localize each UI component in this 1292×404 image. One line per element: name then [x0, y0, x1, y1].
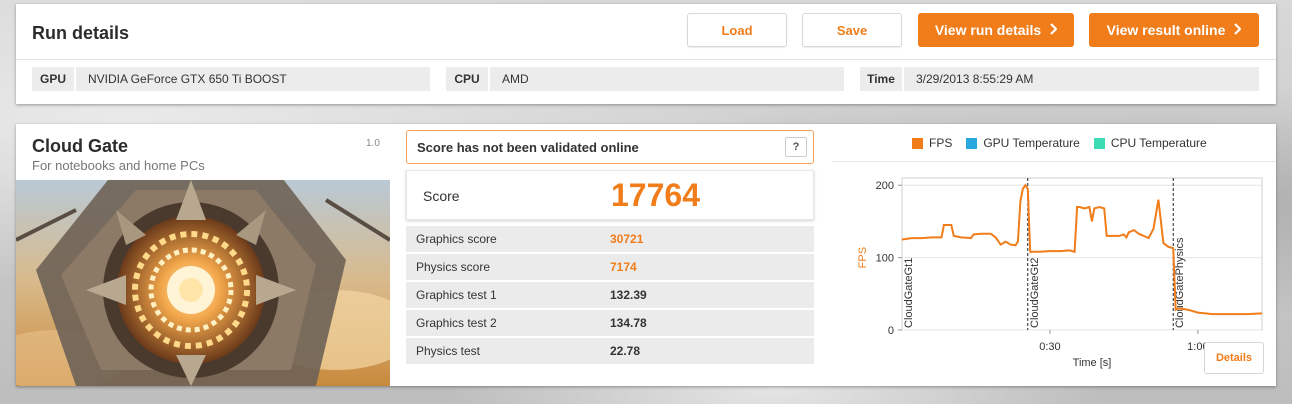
chevron-right-icon: [1233, 22, 1242, 38]
chevron-right-icon: [1049, 22, 1058, 38]
subscore-label: Physics score: [416, 260, 491, 274]
subscore-value: 134.78: [610, 316, 647, 330]
x-axis-label: Time [s]: [1073, 357, 1112, 369]
view-result-online-button[interactable]: View result online: [1089, 13, 1259, 47]
subscore-row: Physics score 7174: [406, 254, 814, 280]
y-tick-label: 100: [876, 253, 894, 265]
cpu-value: AMD: [502, 72, 529, 86]
y-axis-label: FPS: [857, 247, 869, 268]
score-value: 17764: [611, 177, 700, 213]
subscore-row: Graphics score 30721: [406, 226, 814, 252]
score-label: Score: [423, 188, 460, 204]
gpu-value: NVIDIA GeForce GTX 650 Ti BOOST: [88, 72, 287, 86]
test-marker-label: CloudGatePhysics: [1174, 237, 1186, 328]
subscore-label: Graphics test 1: [416, 288, 497, 302]
validation-message: Score has not been validated online: [417, 139, 639, 155]
time-value: 3/29/2013 8:55:29 AM: [916, 72, 1034, 86]
subscore-value: 30721: [610, 232, 644, 246]
subscore-label: Physics test: [416, 344, 481, 358]
validation-banner: Score has not been validated online ?: [406, 130, 814, 164]
plot-area: [901, 177, 1263, 331]
cpu-label: CPU: [446, 67, 490, 91]
benchmark-subtitle: For notebooks and home PCs: [32, 158, 205, 173]
test-marker-label: CloudGateGt1: [903, 258, 915, 328]
view-run-details-button[interactable]: View run details: [918, 13, 1074, 47]
benchmark-version: 1.0: [366, 138, 380, 149]
subscore-row: Physics test 22.78: [406, 338, 814, 364]
x-tick-label: 0:30: [1039, 341, 1060, 353]
run-details-title: Run details: [32, 23, 130, 43]
run-divider: [16, 59, 1276, 60]
subscore-value: 22.78: [610, 344, 641, 358]
subscore-label: Graphics test 2: [416, 316, 497, 330]
cpu-field: CPU AMD: [446, 67, 844, 91]
run-details-panel: Run details Load Save View run details V…: [16, 4, 1276, 104]
score-box: Score 17764: [406, 170, 814, 220]
subscore-label: Graphics score: [416, 232, 497, 246]
save-button[interactable]: Save: [802, 13, 902, 47]
subscore-value: 7174: [610, 260, 637, 274]
subscore-row: Graphics test 2 134.78: [406, 310, 814, 336]
gpu-field: GPU NVIDIA GeForce GTX 650 Ti BOOST: [32, 67, 430, 91]
benchmark-title: Cloud Gate: [32, 136, 129, 156]
view-run-details-label: View run details: [934, 22, 1042, 38]
details-button[interactable]: Details: [1204, 342, 1264, 374]
subscore-row: Graphics test 1 132.39: [406, 282, 814, 308]
gpu-label: GPU: [32, 67, 76, 91]
help-button[interactable]: ?: [785, 137, 807, 157]
view-result-online-label: View result online: [1106, 22, 1226, 38]
test-marker-label: CloudGateGt2: [1029, 258, 1041, 328]
fps-chart-panel: FPS GPU Temperature CPU Temperature 0 100…: [832, 124, 1276, 386]
time-label: Time: [860, 67, 904, 91]
load-button[interactable]: Load: [687, 13, 787, 47]
benchmark-image: [16, 180, 390, 386]
y-tick-label: 200: [876, 180, 894, 192]
subscore-value: 132.39: [610, 288, 647, 302]
result-panel: Cloud Gate For notebooks and home PCs 1.…: [16, 124, 1276, 386]
y-tick-label: 0: [888, 325, 894, 337]
time-field: Time 3/29/2013 8:55:29 AM: [860, 67, 1259, 91]
